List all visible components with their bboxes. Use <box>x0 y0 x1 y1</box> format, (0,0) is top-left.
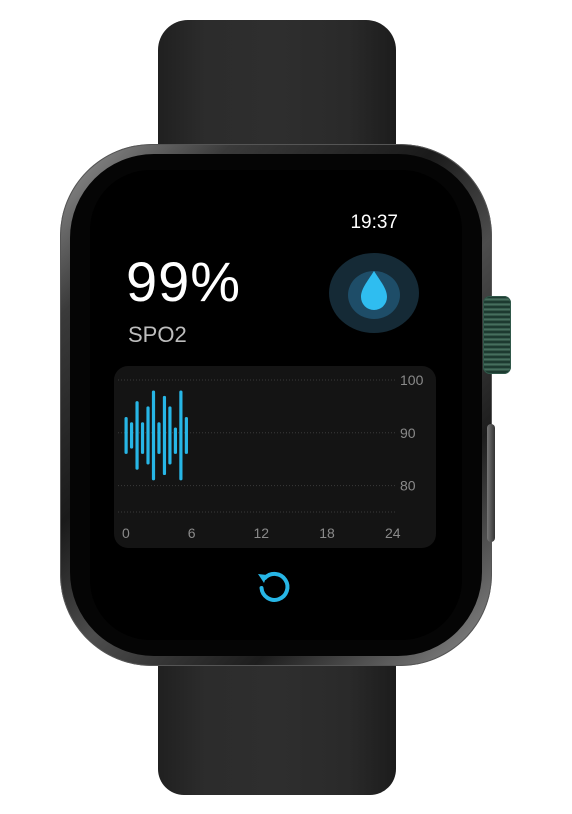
x-tick-label: 24 <box>385 525 401 541</box>
spo2-value: 99% <box>126 250 242 313</box>
water-drop-icon <box>348 271 400 319</box>
x-tick-label: 6 <box>188 525 196 541</box>
spo2-bar <box>140 422 145 454</box>
spo2-chart: 100 90 80 0 6 12 18 24 <box>114 366 436 548</box>
x-tick-label: 12 <box>254 525 270 541</box>
y-tick-label: 80 <box>400 478 416 494</box>
spo2-bar <box>168 406 172 465</box>
digital-crown[interactable] <box>483 296 511 374</box>
x-tick-label: 18 <box>319 525 335 541</box>
metric-label: SPO2 <box>128 322 187 347</box>
spo2-bar <box>184 416 188 454</box>
status-time: 19:37 <box>350 212 398 233</box>
spo2-bar <box>151 390 156 481</box>
spo2-bar <box>179 390 183 481</box>
refresh-icon <box>258 571 290 602</box>
watch-screen: 19:37 99% SPO2 100 90 80 0 6 12 18 24 <box>104 194 448 612</box>
y-tick-label: 90 <box>400 425 416 441</box>
side-button[interactable] <box>487 424 495 542</box>
smartwatch: 19:37 99% SPO2 100 90 80 0 6 12 18 24 <box>0 0 572 814</box>
spo2-bar <box>146 406 150 465</box>
spo2-bar <box>162 395 167 476</box>
spo2-chart-svg: 100 90 80 0 6 12 18 24 <box>118 372 424 541</box>
x-tick-label: 0 <box>122 525 130 541</box>
spo2-bar <box>129 422 134 449</box>
water-drop-badge <box>329 253 419 333</box>
spo2-bar <box>135 401 139 470</box>
spo2-bar <box>124 416 128 454</box>
spo2-bar <box>173 427 178 454</box>
refresh-button[interactable] <box>254 566 294 606</box>
y-tick-label: 100 <box>400 372 424 388</box>
spo2-bar <box>157 422 161 454</box>
